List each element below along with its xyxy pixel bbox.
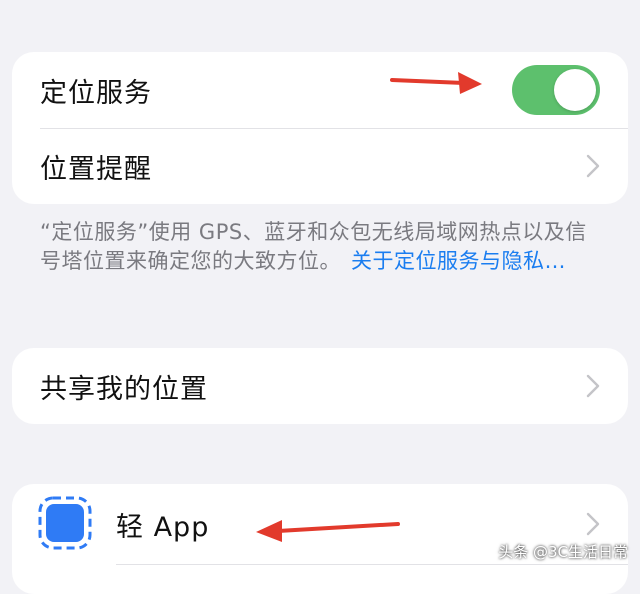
red-arrow-icon (256, 520, 400, 542)
red-arrow-icon (390, 72, 482, 94)
app-name-label: 轻 App (116, 511, 210, 543)
location-services-label: 定位服务 (40, 77, 152, 109)
chevron-right-icon (586, 154, 600, 178)
chevron-right-icon (586, 512, 600, 536)
share-location-row[interactable]: 共享我的位置 (12, 348, 628, 424)
app-clip-icon (38, 496, 92, 550)
share-location-label: 共享我的位置 (40, 373, 208, 405)
privacy-link[interactable]: 关于定位服务与隐私… (351, 249, 566, 273)
location-services-row[interactable]: 定位服务 (12, 52, 628, 128)
share-location-card: 共享我的位置 (12, 348, 628, 424)
toggle-knob (554, 69, 596, 111)
location-alerts-label: 位置提醒 (40, 154, 152, 185)
location-alerts-row[interactable]: 位置提醒 (12, 129, 628, 204)
location-services-toggle[interactable] (512, 65, 600, 115)
location-services-description: “定位服务”使用 GPS、蓝牙和众包无线局域网热点以及信号塔位置来确定您的大致方… (40, 218, 600, 276)
location-settings-card: 定位服务 位置提醒 (12, 52, 628, 204)
watermark: 头条 @3C生活日常 (498, 543, 628, 561)
chevron-right-icon (586, 374, 600, 398)
row-divider (116, 564, 628, 565)
